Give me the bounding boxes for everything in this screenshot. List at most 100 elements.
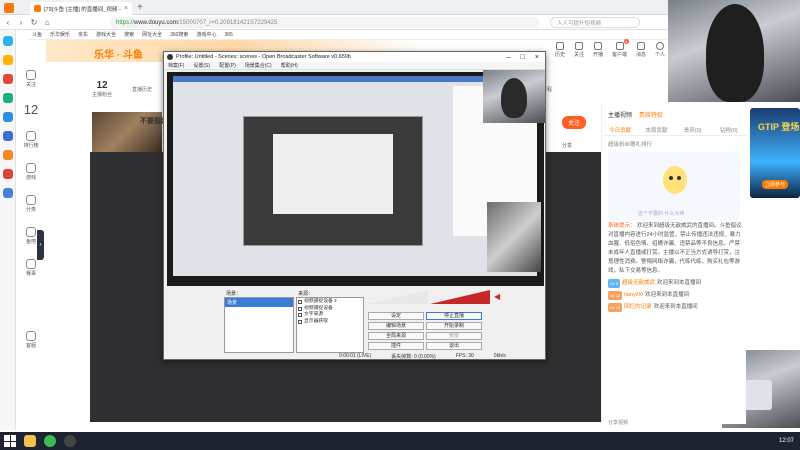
checkbox-icon[interactable] [298,319,302,324]
speaker-icon[interactable]: ◀ [494,292,500,301]
tab-vip[interactable]: 贵宾(0) [675,126,711,135]
rank-icon [25,131,36,141]
minimize-icon[interactable]: – [507,54,511,61]
nav-item-game[interactable]: 游戏 [25,163,36,181]
follow-button[interactable]: 关注 [562,116,587,129]
checkbox-icon[interactable] [298,306,302,311]
promo-button[interactable]: 立即参与 [762,180,789,189]
scenes-list[interactable]: 场景 [224,297,294,353]
history-stat[interactable]: 直播历史 [132,86,152,93]
chat-username[interactable]: tianyi00 [624,291,643,300]
close-icon[interactable]: × [535,54,539,61]
taskbar-clock[interactable]: 12:07 [779,438,800,444]
app-icon[interactable] [2,169,13,179]
stop-stream-button[interactable]: 停止直播 [426,312,482,320]
browser-logo-icon[interactable] [4,3,14,13]
start-record-button[interactable]: 开始录制 [426,322,482,330]
system-message: 系统提示： 欢迎来到超级无敌威武的直播间。斗鱼倡议对直播内容进行24小时监管，禁… [608,222,744,276]
share-button[interactable]: 分享 [562,142,572,149]
bookmark-item[interactable]: 京东 [78,31,88,38]
nav-label: 客服 [25,343,36,349]
bookmark-item[interactable]: 搜索 [124,31,134,38]
obs-menu-item[interactable]: 配置(P) [219,62,236,69]
tab-week[interactable]: 本周贡献 [638,126,674,135]
obs-menu-item[interactable]: 设置(S) [193,62,210,69]
checkbox-icon[interactable] [298,313,302,318]
history-button[interactable]: 历史 [555,42,565,64]
nav-item-number[interactable]: 12 [24,102,38,117]
mic-volume-meter[interactable] [368,290,428,304]
app-icon[interactable] [2,188,13,198]
go-live-button[interactable]: 开播 [593,42,603,64]
app-icon[interactable] [2,112,13,122]
nav-label: 排行榜 [23,143,39,149]
client-label: 客户端 [612,52,628,58]
bookmark-item[interactable]: 360搜索 [170,31,188,38]
collapse-nav-handle[interactable]: › [37,230,44,260]
follow-list-button[interactable]: 关注 [574,42,584,64]
source-item[interactable]: 显示器获取 [298,319,362,326]
browser-icon[interactable] [44,435,56,447]
refresh-icon[interactable]: ↻ [29,18,39,27]
game-promo-banner[interactable]: GTIP 登场 立即参与 [750,108,800,198]
url-input[interactable]: https:// www.douyu.com /15000707_r=0.209… [110,17,540,28]
bookmark-item[interactable]: 365 [224,32,232,38]
sources-list[interactable]: 视频捕捉设备 2 视频捕捉设备 文字来源 显示器获取 [296,297,364,353]
obs-menu-item[interactable]: 场景集合(C) [245,62,272,69]
desktop-volume-meter[interactable] [430,290,490,304]
checkbox-icon[interactable] [298,300,302,305]
new-tab-icon[interactable]: + [137,2,143,13]
start-icon[interactable] [4,435,16,447]
share-video-link[interactable]: 分享视频 [608,419,628,426]
back-icon[interactable]: ‹ [3,18,13,27]
search-placeholder: 人人可提升短视频 [557,20,602,27]
tab-close-icon[interactable]: × [124,5,128,12]
nav-item-rank[interactable]: 排行榜 [23,131,39,149]
edit-scene-button[interactable]: 编辑场景 [368,322,424,330]
settings-button[interactable]: 设定 [368,312,424,320]
search-input[interactable]: 人人可提升短视频 [550,17,640,28]
bookmark-item[interactable]: 游戏大全 [96,31,116,38]
fans-stat[interactable]: 12 主播粉丝 [92,80,112,98]
home-icon[interactable]: ⌂ [42,18,52,27]
forward-icon[interactable]: › [16,18,26,27]
client-button[interactable]: 4 客户端 [612,39,629,64]
chat-username[interactable]: 回忆的记录 [624,303,652,312]
browser-tab[interactable]: [79]斗鱼 [主播] 的直播间_视频 – 斗鱼直播 × [30,2,132,15]
plugins-button[interactable]: 插件 [368,342,424,350]
nav-item-match[interactable]: 赛事 [25,259,36,277]
tab-streamer-video[interactable]: 主播视频 [608,113,632,119]
app-icon[interactable] [2,74,13,84]
app-icon[interactable] [2,55,13,65]
app-icon[interactable] [2,150,13,160]
preview-button[interactable]: 预览 [426,332,482,340]
exit-button[interactable]: 退出 [426,342,482,350]
nav-item-support[interactable]: 客服 [25,331,36,349]
nav-item-fishbar[interactable]: 鱼吧 [25,227,36,245]
bookmark-item[interactable]: 乐华娱乐 [50,31,70,38]
obs-menu-item[interactable]: 帮助(H) [281,62,298,69]
app-icon[interactable] [2,93,13,103]
scene-item[interactable]: 场景 [225,298,293,307]
folder-icon[interactable] [24,435,36,447]
tab-nobility[interactable]: 贵族特权 [639,113,663,119]
chat-username[interactable]: 超级无敌威武 [622,279,655,288]
nav-item-category[interactable]: 分类 [25,195,36,213]
global-sources-button[interactable]: 全局来源 [368,332,424,340]
tab-today[interactable]: 今日贡献 [602,126,638,135]
dropped-frames: 丢失帧数: 0 (0.00%) [391,353,436,360]
bookmark-item[interactable]: 斗鱼 [32,31,42,38]
app-icon[interactable] [2,131,13,141]
nav-item-follow[interactable]: 关注 [25,70,36,88]
obs-menu-item[interactable]: 档案(F) [168,62,184,69]
bookmark-item[interactable]: 游戏中心 [196,31,216,38]
fps-readout: FPS: 30 [455,353,474,359]
profile-button[interactable]: 个人 [655,42,665,64]
site-brand[interactable]: 乐华 · 斗鱼 [94,46,143,61]
maximize-icon[interactable]: □ [521,54,525,61]
tab-diamond[interactable]: 钻粉(0) [711,126,747,135]
bookmark-item[interactable]: 网址大全 [142,31,162,38]
messages-button[interactable]: 消息 [636,42,646,64]
app-icon[interactable] [2,36,13,46]
obs-icon[interactable] [64,435,76,447]
